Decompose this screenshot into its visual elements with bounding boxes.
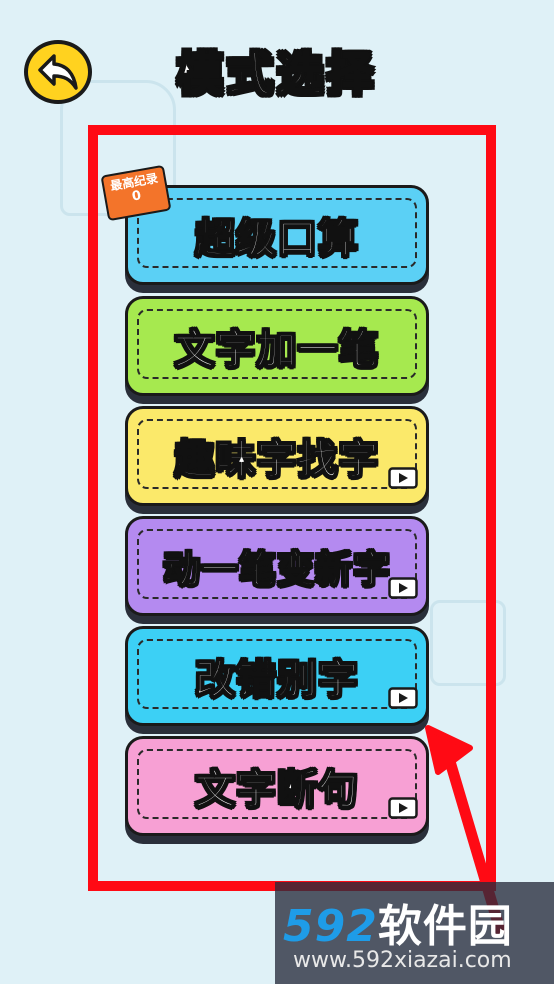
watermark-logo: 592软件园 [283, 890, 513, 954]
page-title: 模式选择 [176, 46, 377, 102]
site-watermark: 592软件园 www.592xiazai.com [275, 882, 554, 984]
watermark-digits: 592 [283, 901, 378, 952]
watermark-url: www.592xiazai.com [293, 948, 512, 973]
annotation-frame [88, 125, 496, 891]
watermark-name: 软件园 [377, 901, 513, 952]
